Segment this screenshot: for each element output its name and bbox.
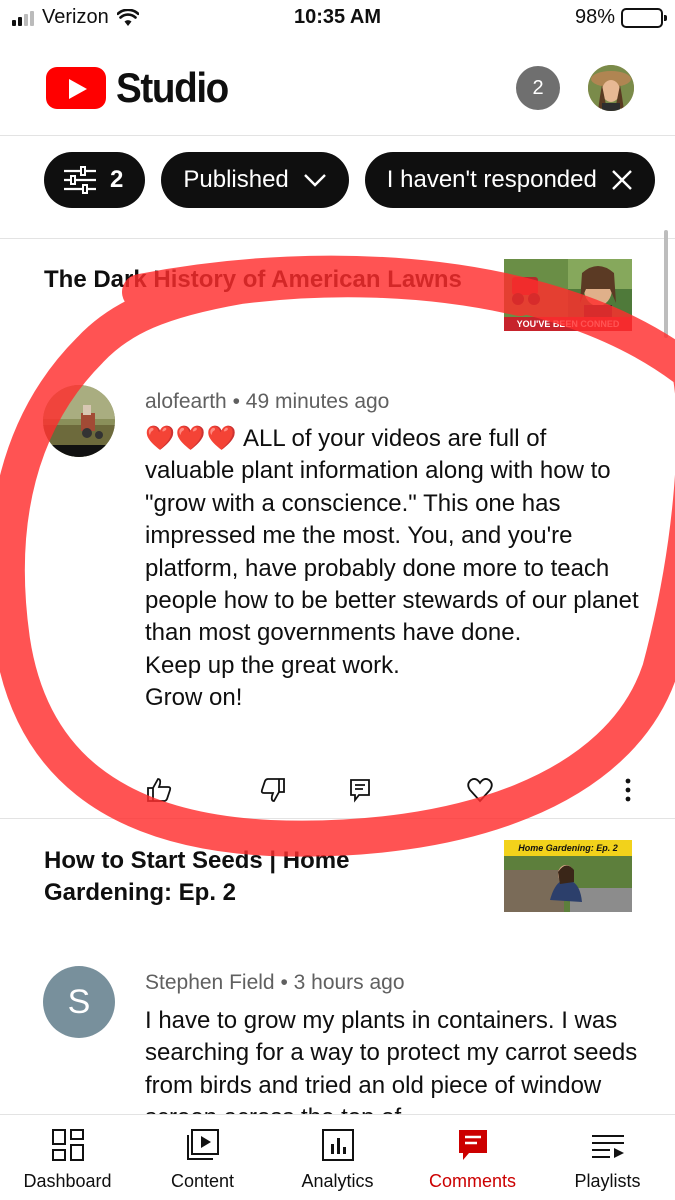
comment-line: I have to grow my plants in containers. … xyxy=(145,1007,638,1115)
comment-body: ❤️❤️❤️ ALL of your videos are full of va… xyxy=(145,423,640,715)
filter-chips: 2 Published I haven't responded xyxy=(44,152,655,208)
filter-sliders-icon xyxy=(64,166,96,194)
meta-separator: • xyxy=(232,390,246,413)
battery-label: 98% xyxy=(574,6,615,28)
dislike-icon[interactable] xyxy=(259,776,287,804)
nav-analytics[interactable]: Analytics xyxy=(270,1127,405,1192)
header-divider xyxy=(0,135,675,136)
analytics-icon xyxy=(321,1129,354,1161)
reply-icon[interactable] xyxy=(347,776,375,804)
comment-line: Keep up the great work. xyxy=(145,651,400,679)
battery-icon xyxy=(621,7,667,28)
dashboard-icon xyxy=(51,1129,84,1161)
meta-separator: • xyxy=(280,971,294,994)
app-header: Studio 2 xyxy=(0,58,675,116)
nav-label: Comments xyxy=(428,1171,517,1191)
video-thumbnail[interactable]: Home Gardening: Ep. 2 xyxy=(504,840,632,912)
nav-comments[interactable]: Comments xyxy=(405,1127,540,1192)
comment-time: 3 hours ago xyxy=(293,971,405,994)
responded-label: I haven't responded xyxy=(386,166,597,193)
nav-label: Analytics xyxy=(301,1171,374,1191)
comments-icon xyxy=(458,1130,487,1160)
comment-actions xyxy=(0,776,675,806)
comment-author[interactable]: Stephen Field xyxy=(145,971,275,994)
video-title[interactable]: How to Start Seeds | Home Gardening: Ep.… xyxy=(44,845,464,909)
comment-time: 49 minutes ago xyxy=(245,390,390,413)
comment-meta: Stephen Field • 3 hours ago xyxy=(145,971,405,995)
filter-count: 2 xyxy=(110,166,124,193)
nav-dashboard[interactable]: Dashboard xyxy=(0,1127,135,1192)
video-title[interactable]: The Dark History of American Lawns xyxy=(44,264,464,296)
thumbnail-text: YOU'VE BEEN CONNED xyxy=(517,319,620,329)
logo-text: Studio xyxy=(116,64,229,111)
scrollbar[interactable] xyxy=(664,230,668,338)
youtube-play-icon xyxy=(46,67,106,109)
status-bar: Verizon 10:35 AM 98% xyxy=(0,0,675,40)
account-avatar[interactable] xyxy=(588,65,634,111)
chips-divider xyxy=(0,238,675,239)
playlists-icon xyxy=(591,1135,624,1158)
responded-chip[interactable]: I haven't responded xyxy=(364,152,655,208)
content-icon xyxy=(186,1129,219,1160)
nav-playlists[interactable]: Playlists xyxy=(540,1127,675,1192)
like-icon[interactable] xyxy=(145,776,173,804)
comment-meta: alofearth • 49 minutes ago xyxy=(145,390,389,414)
commenter-avatar[interactable] xyxy=(43,385,115,457)
video-thumbnail[interactable]: YOU'VE BEEN CONNED xyxy=(504,259,632,331)
heart-icon[interactable] xyxy=(466,776,494,804)
comment-author[interactable]: alofearth xyxy=(145,390,227,413)
nav-content[interactable]: Content xyxy=(135,1127,270,1192)
comment-line: Grow on! xyxy=(145,684,243,712)
bottom-navigation: Dashboard Content Analytics Comments Pla… xyxy=(0,1114,675,1200)
commenter-avatar[interactable]: S xyxy=(43,966,115,1038)
nav-label: Dashboard xyxy=(23,1171,112,1191)
chevron-down-icon xyxy=(303,174,326,187)
filter-button[interactable]: 2 xyxy=(44,152,146,208)
thumbnail-text: Home Gardening: Ep. 2 xyxy=(518,843,618,853)
hearts-emoji: ❤️❤️❤️ xyxy=(145,425,238,452)
published-label: Published xyxy=(183,166,289,193)
more-options-icon[interactable] xyxy=(614,776,642,804)
nav-label: Playlists xyxy=(574,1171,641,1191)
nav-label: Content xyxy=(170,1171,235,1191)
comment-divider xyxy=(0,818,675,819)
close-icon[interactable] xyxy=(611,169,633,191)
notification-badge[interactable]: 2 xyxy=(516,66,560,110)
studio-logo[interactable]: Studio xyxy=(46,64,238,112)
clock: 10:35 AM xyxy=(293,6,382,28)
comment-line: ALL of your videos are full of valuable … xyxy=(145,425,639,647)
published-chip[interactable]: Published xyxy=(161,152,349,208)
battery-status: 98% xyxy=(574,6,667,29)
comment-body: I have to grow my plants in containers. … xyxy=(145,1005,640,1115)
